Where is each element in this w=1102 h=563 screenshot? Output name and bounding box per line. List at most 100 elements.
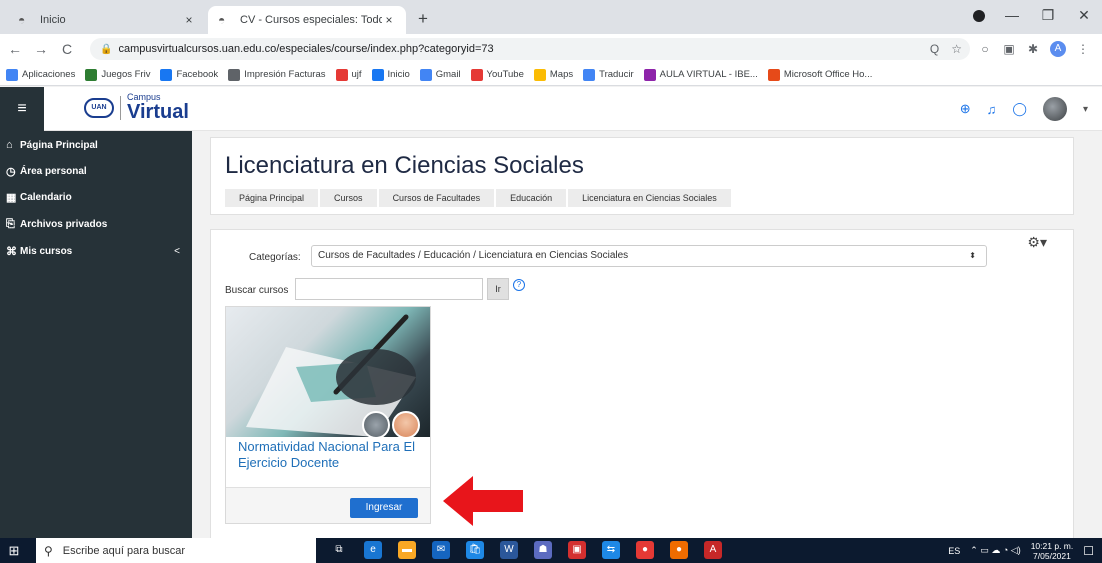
extension-icon[interactable]: ○: [978, 42, 992, 56]
sidebar-item-mis-cursos[interactable]: ⌘ Mis cursos <: [6, 245, 186, 258]
enter-course-button[interactable]: Ingresar: [350, 498, 418, 518]
moodle-favicon-icon: ◓: [18, 13, 26, 27]
breadcrumb-item[interactable]: Educación: [496, 189, 567, 207]
taskbar-app-icon[interactable]: ▬: [398, 541, 416, 559]
maximize-button[interactable]: ❐: [1030, 7, 1066, 24]
taskbar-search-box[interactable]: ⚲ Escribe aquí para buscar: [36, 538, 316, 563]
breadcrumb-item[interactable]: Cursos: [320, 189, 377, 207]
reload-icon[interactable]: C: [56, 41, 78, 57]
browser-menu-icon[interactable]: ⋮: [1076, 42, 1090, 56]
zoom-icon[interactable]: Q: [930, 42, 939, 56]
taskbar-app-icon[interactable]: ✉: [432, 541, 450, 559]
bookmark-item[interactable]: YouTube: [470, 68, 524, 81]
sidebar-item-label: Mis cursos: [20, 246, 73, 257]
user-avatar[interactable]: [1042, 97, 1067, 121]
clock-date: 7/05/2021: [1033, 550, 1071, 561]
taskbar-app-icon[interactable]: 🛍: [466, 541, 484, 559]
sidebar-item-area-personal[interactable]: ◷ Área personal: [6, 165, 186, 178]
sidebar-item-pagina-principal[interactable]: ⌂ Página Principal: [6, 139, 186, 151]
taskbar-app-icon[interactable]: ☗: [534, 541, 552, 559]
taskbar-app-icon[interactable]: ▣: [568, 541, 586, 559]
main-region: Licenciatura en Ciencias Sociales Página…: [192, 131, 1102, 539]
youtube-icon: [470, 68, 483, 81]
office-icon: [767, 68, 780, 81]
search-courses-input[interactable]: [295, 278, 483, 300]
bookmarks-bar: Aplicaciones Juegos Friv Facebook Impresión…: [0, 64, 1102, 86]
notification-center-icon[interactable]: ☐: [1083, 544, 1094, 558]
bookmark-star-icon[interactable]: ☆: [951, 42, 962, 56]
breadcrumb-item-current[interactable]: Licenciatura en Ciencias Sociales: [568, 189, 731, 207]
tray-icons[interactable]: ⌃ ▭ ☁ ◔ ◁): [970, 545, 1020, 556]
search-go-button[interactable]: Ir: [487, 278, 509, 300]
windows-taskbar: ⊞ ⚲ Escribe aquí para buscar ⧉ e ▬ ✉ 🛍 W ☗ ▣ ⇆ ● ●…: [0, 538, 1102, 563]
course-title-link[interactable]: Normatividad Nacional Para El Ejercicio …: [238, 439, 424, 471]
taskbar-app-icon[interactable]: W: [500, 541, 518, 559]
taskbar-app-icon[interactable]: ●: [670, 541, 688, 559]
sidebar-item-label: Archivos privados: [20, 219, 108, 230]
bookmark-item[interactable]: Impresión Facturas: [228, 68, 326, 81]
bookmark-item[interactable]: AULA VIRTUAL - IBE...: [643, 68, 758, 81]
language-globe-icon[interactable]: ⊕: [960, 101, 971, 117]
sidebar-item-calendario[interactable]: ▦ Calendario: [6, 191, 186, 204]
new-tab-button[interactable]: +: [412, 9, 434, 31]
categories-label: Categorías:: [249, 252, 301, 263]
notification-bell-icon[interactable]: ♫: [987, 102, 997, 117]
tab-inicio[interactable]: ◓ Inicio ×: [8, 6, 206, 34]
sidebar-item-label: Página Principal: [20, 139, 98, 151]
messages-bubble-icon[interactable]: ◯: [1012, 101, 1027, 117]
taskbar-app-icon[interactable]: e: [364, 541, 382, 559]
system-tray: ES ⌃ ▭ ☁ ◔ ◁) 10:21 p. m. 7/05/2021 ☐: [948, 538, 1094, 563]
close-window-button[interactable]: ✕: [1066, 7, 1102, 24]
extension-icon[interactable]: ▣: [1002, 42, 1016, 56]
url-bar[interactable]: 🔒 campusvirtualcursos.uan.edu.co/especia…: [90, 38, 970, 60]
bookmark-item[interactable]: Traducir: [583, 68, 634, 81]
moodle-favicon-icon: ◓: [218, 13, 226, 27]
breadcrumb-item[interactable]: Cursos de Facultades: [378, 189, 495, 207]
bookmark-item[interactable]: Maps: [533, 68, 573, 81]
select-arrows-icon: ⬍: [969, 251, 976, 260]
bookmark-item[interactable]: Aplicaciones: [6, 68, 75, 81]
windows-start-icon[interactable]: ⊞: [6, 543, 22, 559]
bookmark-item[interactable]: Juegos Friv: [85, 68, 150, 81]
extension-bar: ○ ▣ ✱ A ⋮: [978, 41, 1090, 57]
bookmark-label: Impresión Facturas: [244, 69, 326, 80]
bookmark-item[interactable]: Microsoft Office Ho...: [767, 68, 872, 81]
hamburger-menu-icon[interactable]: ≡: [0, 87, 44, 131]
language-indicator[interactable]: ES: [948, 546, 960, 556]
help-icon[interactable]: ?: [513, 279, 525, 291]
settings-gear-icon[interactable]: ⚙▾: [1027, 234, 1047, 251]
graduation-cap-icon: ⌘: [6, 246, 17, 258]
breadcrumb-item[interactable]: Página Principal: [225, 189, 319, 207]
tab-close-icon[interactable]: ×: [382, 13, 396, 27]
tab-close-icon[interactable]: ×: [182, 13, 196, 27]
campus-virtual-logo[interactable]: UAN Campus Virtual: [84, 93, 189, 122]
teacher-avatar[interactable]: [392, 411, 420, 439]
bookmark-item[interactable]: Inicio: [371, 68, 410, 81]
taskbar-app-icon[interactable]: A: [704, 541, 722, 559]
bookmark-item[interactable]: Gmail: [419, 68, 461, 81]
tab-cursos-especiales[interactable]: ◓ CV - Cursos especiales: Todos los ×: [208, 6, 406, 34]
course-card[interactable]: Normatividad Nacional Para El Ejercicio …: [225, 306, 431, 524]
category-select[interactable]: Cursos de Facultades / Educación / Licen…: [311, 245, 987, 267]
clock[interactable]: 10:21 p. m. 7/05/2021: [1031, 541, 1074, 561]
course-image[interactable]: [226, 307, 430, 439]
user-menu-caret-icon[interactable]: ▾: [1083, 104, 1088, 115]
page-header-card: Licenciatura en Ciencias Sociales Página…: [210, 137, 1074, 215]
tab-title: CV - Cursos especiales: Todos los: [240, 14, 382, 26]
taskbar-app-icon[interactable]: ●: [636, 541, 654, 559]
forward-arrow-icon[interactable]: →: [30, 41, 52, 57]
page-title: Licenciatura en Ciencias Sociales: [225, 152, 584, 179]
teacher-avatar[interactable]: [362, 411, 390, 439]
browser-tab-strip: ◓ Inicio × ◓ CV - Cursos especiales: Tod…: [0, 0, 1102, 34]
back-arrow-icon[interactable]: ←: [4, 41, 26, 57]
sidebar-item-archivos-privados[interactable]: ⎘ Archivos privados: [6, 218, 186, 231]
profile-avatar-icon[interactable]: A: [1050, 41, 1066, 57]
bookmark-item[interactable]: Facebook: [160, 68, 218, 81]
bookmark-item[interactable]: ujf: [335, 68, 362, 81]
logo-virtual-text: Virtual: [127, 101, 189, 123]
minimize-button[interactable]: —: [994, 7, 1030, 23]
taskbar-app-icon[interactable]: ⧉: [330, 541, 348, 559]
extensions-puzzle-icon[interactable]: ✱: [1026, 42, 1040, 56]
chevron-left-icon[interactable]: <: [174, 246, 180, 257]
taskbar-app-icon[interactable]: ⇆: [602, 541, 620, 559]
